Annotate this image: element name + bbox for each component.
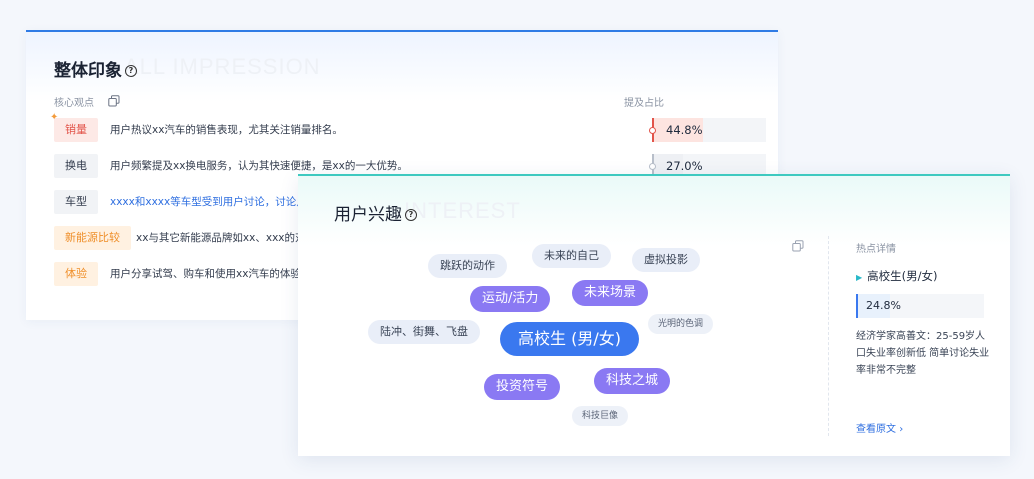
help-icon[interactable]: ? — [405, 209, 417, 221]
ratio-bar-marker — [649, 118, 656, 142]
interest-bubble[interactable]: 科技巨像 — [572, 406, 629, 426]
detail-description: 经济学家高善文：25-59岁人口失业率创新低 简单讨论失业率非常不完整 — [856, 331, 990, 376]
panel-divider — [828, 236, 829, 436]
topic-tag[interactable]: 新能源比较 — [54, 226, 131, 250]
topic-tag[interactable]: 销量 — [54, 118, 98, 142]
copy-icon[interactable] — [108, 95, 120, 107]
impression-row: ✦ 销量 用户热议xx汽车的销售表现，尤其关注销量排名。 44.8% — [50, 112, 774, 142]
row-summary: xx与其它新能源品牌如xx、xxx的对比 — [136, 232, 316, 244]
topic-tag[interactable]: 车型 — [54, 190, 98, 214]
selected-percent-bar: 24.8% — [856, 294, 984, 318]
interest-bubble[interactable]: 未来的自己 — [532, 244, 611, 268]
chevron-right-icon: › — [899, 424, 904, 435]
selected-percent-value: 24.8% — [866, 299, 901, 312]
interest-title-text: 用户兴趣 — [334, 205, 402, 225]
hot-detail-label: 热点详情 — [856, 244, 896, 255]
view-original-text: 查看原文 — [856, 424, 896, 435]
interest-bubble[interactable]: 未来场景 — [572, 280, 649, 306]
view-original-link[interactable]: 查看原文 › — [856, 420, 903, 435]
column-header-ratio: 提及占比 — [624, 98, 664, 109]
help-icon[interactable]: ? — [125, 65, 137, 77]
row-summary-link[interactable]: xxxx和xxxx等车型受到用户讨论，讨论点包括 — [110, 190, 328, 214]
ratio-bar: 44.8% — [649, 118, 766, 142]
user-interest-card: INTEREST 用户兴趣? 跳跃的动作 未来的自己 虚拟投影 运动/活力 未来… — [298, 174, 1010, 456]
interest-watermark: INTEREST — [404, 198, 521, 223]
ratio-value: 44.8% — [666, 123, 703, 137]
topic-tag[interactable]: 体验 — [54, 262, 98, 286]
interest-bubble[interactable]: 光明的色调 — [648, 314, 714, 334]
impression-title: 整体印象? — [54, 56, 137, 81]
interest-title: 用户兴趣? — [334, 200, 417, 225]
selected-interest: ▶ 高校生(男/女) — [856, 268, 938, 284]
interest-bubble[interactable]: 运动/活力 — [470, 286, 551, 312]
interest-bubble[interactable]: 投资符号 — [484, 374, 561, 400]
row-summary: 用户分享试驾、购车和使用xx汽车的体验， — [110, 268, 312, 280]
impression-watermark: ALL IMPRESSION — [124, 54, 321, 79]
interest-bubble-main[interactable]: 高校生 (男/女) — [500, 322, 639, 356]
row-summary: 用户热议xx汽车的销售表现，尤其关注销量排名。 — [110, 124, 343, 136]
column-header-view: 核心观点 — [54, 98, 94, 109]
interest-bubble[interactable]: 陆冲、街舞、飞盘 — [368, 320, 480, 344]
copy-icon[interactable] — [792, 240, 804, 252]
interest-bubble[interactable]: 跳跃的动作 — [428, 254, 507, 278]
interest-bubble[interactable]: 虚拟投影 — [632, 248, 700, 272]
triangle-right-icon: ▶ — [856, 273, 863, 282]
selected-interest-text: 高校生(男/女) — [867, 269, 938, 283]
topic-tag[interactable]: 换电 — [54, 154, 98, 178]
impression-title-text: 整体印象 — [54, 61, 122, 81]
interest-bubble[interactable]: 科技之城 — [594, 368, 671, 394]
